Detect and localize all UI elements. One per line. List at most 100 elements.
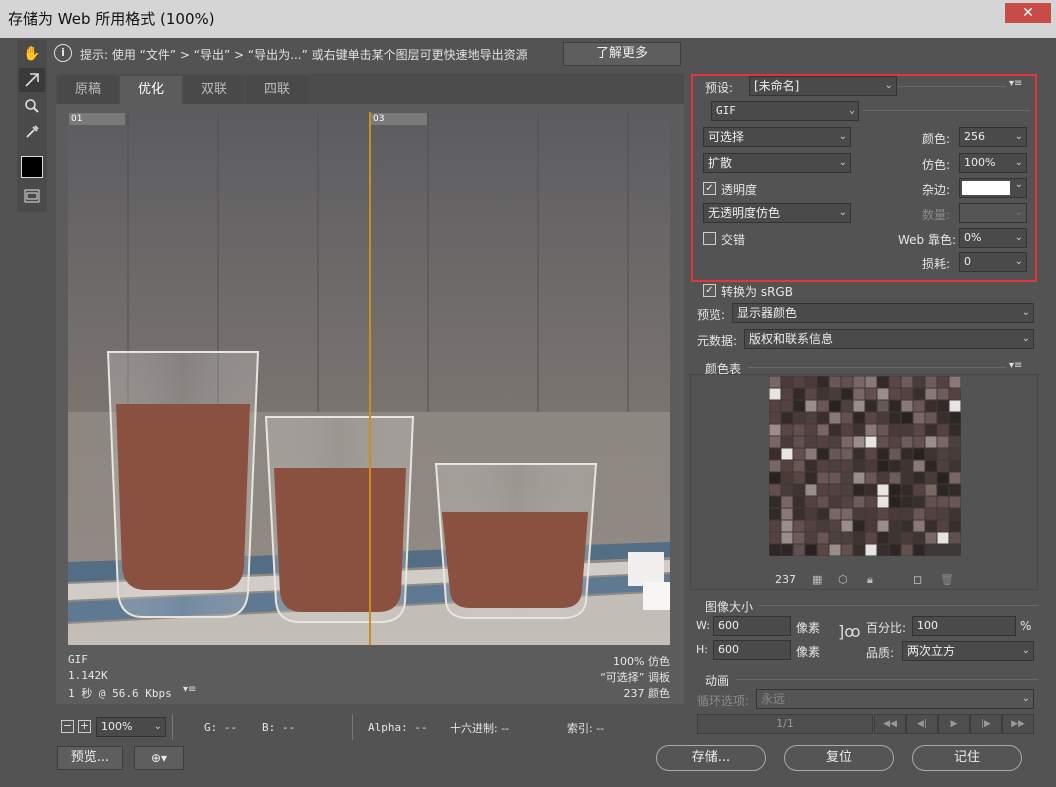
color-swatch[interactable]: [913, 496, 925, 508]
zoom-select[interactable]: 100% ⌄: [96, 717, 166, 737]
save-button[interactable]: 存储...: [656, 745, 766, 771]
color-swatch[interactable]: [937, 448, 949, 460]
color-swatch[interactable]: [805, 484, 817, 496]
color-swatch[interactable]: [793, 484, 805, 496]
color-swatch[interactable]: [841, 448, 853, 460]
convert-srgb-checkbox[interactable]: ✓: [703, 284, 716, 297]
color-swatch[interactable]: [853, 400, 865, 412]
color-swatch[interactable]: [889, 448, 901, 460]
color-swatch[interactable]: [913, 508, 925, 520]
color-swatch[interactable]: [925, 412, 937, 424]
color-swatch[interactable]: [769, 544, 781, 556]
color-swatch[interactable]: [865, 424, 877, 436]
color-swatch[interactable]: [817, 520, 829, 532]
color-swatch[interactable]: [901, 412, 913, 424]
color-swatch[interactable]: [889, 460, 901, 472]
color-swatch[interactable]: [937, 376, 949, 388]
color-swatch[interactable]: [925, 436, 937, 448]
color-swatch[interactable]: [853, 520, 865, 532]
color-swatch[interactable]: [937, 460, 949, 472]
color-swatch[interactable]: [913, 424, 925, 436]
color-swatch[interactable]: [769, 400, 781, 412]
width-field[interactable]: 600: [713, 616, 791, 636]
preview-select[interactable]: 显示器颜色 ⌄: [732, 303, 1034, 323]
color-swatch[interactable]: [853, 388, 865, 400]
color-swatch[interactable]: [781, 532, 793, 544]
color-swatch[interactable]: [817, 472, 829, 484]
color-swatch[interactable]: [817, 460, 829, 472]
color-swatch[interactable]: [913, 472, 925, 484]
color-swatch[interactable]: [817, 496, 829, 508]
color-swatch[interactable]: [949, 496, 961, 508]
color-swatch[interactable]: [949, 412, 961, 424]
color-swatch[interactable]: [877, 436, 889, 448]
color-swatch[interactable]: [805, 376, 817, 388]
color-swatch[interactable]: [793, 448, 805, 460]
color-swatch[interactable]: [913, 544, 925, 556]
color-swatch[interactable]: [949, 460, 961, 472]
color-swatch[interactable]: [841, 520, 853, 532]
color-swatch[interactable]: [805, 424, 817, 436]
color-swatch[interactable]: [841, 400, 853, 412]
color-swatch[interactable]: [937, 484, 949, 496]
color-swatch[interactable]: [889, 520, 901, 532]
color-swatch[interactable]: [901, 520, 913, 532]
percent-field[interactable]: 100: [912, 616, 1016, 636]
color-swatch[interactable]: [781, 484, 793, 496]
color-swatch[interactable]: [901, 472, 913, 484]
color-swatch[interactable]: [865, 412, 877, 424]
color-swatch[interactable]: [937, 508, 949, 520]
color-swatch[interactable]: [913, 376, 925, 388]
color-swatch[interactable]: [901, 484, 913, 496]
color-swatch[interactable]: [805, 544, 817, 556]
color-swatch[interactable]: [781, 424, 793, 436]
color-swatch[interactable]: [841, 496, 853, 508]
color-swatch[interactable]: [841, 460, 853, 472]
color-swatch[interactable]: [769, 460, 781, 472]
color-swatch[interactable]: [889, 472, 901, 484]
color-swatch[interactable]: [913, 532, 925, 544]
color-swatch[interactable]: [841, 412, 853, 424]
color-swatch[interactable]: [817, 388, 829, 400]
color-swatch[interactable]: [853, 508, 865, 520]
color-swatch[interactable]: [925, 376, 937, 388]
color-swatch[interactable]: [889, 508, 901, 520]
color-swatch[interactable]: [817, 400, 829, 412]
color-swatch[interactable]: [877, 460, 889, 472]
color-swatch[interactable]: [817, 532, 829, 544]
color-swatch[interactable]: [853, 460, 865, 472]
color-swatch[interactable]: [805, 388, 817, 400]
color-swatch[interactable]: [829, 412, 841, 424]
color-swatch[interactable]: [889, 424, 901, 436]
close-button[interactable]: ✕: [1005, 3, 1051, 23]
color-swatch[interactable]: [877, 448, 889, 460]
color-swatch[interactable]: [865, 532, 877, 544]
color-swatch[interactable]: [829, 460, 841, 472]
reset-button[interactable]: 复位: [784, 745, 894, 771]
color-swatch[interactable]: [829, 544, 841, 556]
color-swatch[interactable]: [901, 508, 913, 520]
color-swatch[interactable]: [889, 436, 901, 448]
color-swatch[interactable]: [865, 508, 877, 520]
color-swatch[interactable]: [841, 424, 853, 436]
color-swatch[interactable]: [829, 388, 841, 400]
color-swatch[interactable]: [913, 388, 925, 400]
color-swatch[interactable]: [769, 448, 781, 460]
color-swatch[interactable]: [925, 472, 937, 484]
color-swatch[interactable]: [781, 436, 793, 448]
color-swatch[interactable]: [937, 388, 949, 400]
browser-select-button[interactable]: ⊕▾: [134, 746, 184, 770]
color-swatch[interactable]: [793, 460, 805, 472]
color-swatch[interactable]: [817, 436, 829, 448]
color-swatch[interactable]: [937, 532, 949, 544]
color-swatch[interactable]: [925, 400, 937, 412]
color-swatch[interactable]: [865, 520, 877, 532]
color-swatch[interactable]: [889, 400, 901, 412]
preview-button[interactable]: 预览...: [57, 746, 123, 770]
color-swatch[interactable]: [853, 376, 865, 388]
eyedropper-color-swatch[interactable]: [21, 156, 43, 178]
color-swatch[interactable]: [805, 508, 817, 520]
color-swatch[interactable]: [769, 508, 781, 520]
color-swatch[interactable]: [793, 508, 805, 520]
color-swatch[interactable]: [829, 520, 841, 532]
